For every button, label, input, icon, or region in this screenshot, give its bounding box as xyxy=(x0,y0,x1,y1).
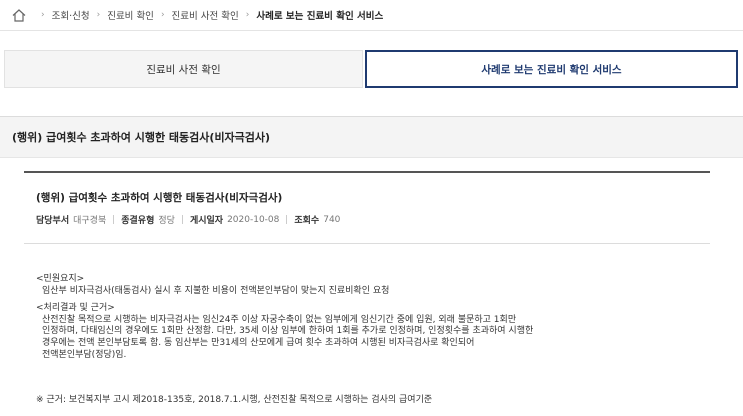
type-value: 정당 xyxy=(158,216,175,226)
chevron-right-icon: › xyxy=(245,10,250,20)
result-line: 전액본인부담(정당)임. xyxy=(42,349,127,360)
legal-basis-note: ※ 근거: 보건복지부 고시 제2018-135호, 2018.7.1.시행, … xyxy=(36,395,433,405)
complaint-text: 임산부 비자극검사(태동검사) 실시 후 지불한 비용이 전액본인부담이 맞는지… xyxy=(42,285,390,296)
breadcrumb-item[interactable]: 진료비 확인 xyxy=(107,8,154,22)
tab-case-examples[interactable]: 사례로 보는 진료비 확인 서비스 xyxy=(365,50,738,88)
case-title: (행위) 급여횟수 초과하여 시행한 태동검사(비자극검사) xyxy=(36,192,283,204)
divider xyxy=(24,243,710,244)
case-body: <민원요지> 임산부 비자극검사(태동검사) 실시 후 지불한 비용이 전액본인… xyxy=(36,274,696,367)
dept-value: 대구경북 xyxy=(73,216,107,226)
chevron-right-icon: › xyxy=(160,10,165,20)
tab-pre-check[interactable]: 진료비 사전 확인 xyxy=(4,50,363,88)
divider xyxy=(181,215,183,224)
type-label: 종결유형 xyxy=(121,216,155,226)
breadcrumb-item[interactable]: 진료비 사전 확인 xyxy=(172,8,239,22)
divider xyxy=(113,215,115,224)
section-title: (행위) 급여횟수 초과하여 시행한 태동검사(비자극검사) xyxy=(0,116,743,158)
result-line: 산전진찰 목적으로 시행하는 비자극검사는 임신24주 이상 자궁수축이 없는 … xyxy=(42,314,517,325)
divider xyxy=(286,215,288,224)
divider xyxy=(24,171,710,173)
chevron-right-icon: › xyxy=(96,10,101,20)
result-heading: <처리결과 및 근거> xyxy=(36,303,115,314)
result-line: 경우에는 전액 본인부담토록 함. 동 임산부는 만31세의 산모에게 급여 횟… xyxy=(42,337,475,348)
home-icon[interactable] xyxy=(12,8,28,22)
breadcrumb-item[interactable]: 조회·신청 xyxy=(52,8,90,22)
views-value: 740 xyxy=(323,214,341,225)
result-line: 인정하며, 다태임신의 경우에도 1회만 산정함. 다만, 35세 이상 임부에… xyxy=(42,326,534,337)
views-label: 조회수 xyxy=(294,216,320,226)
date-label: 게시일자 xyxy=(189,216,224,226)
date-value: 2020-10-08 xyxy=(227,214,280,225)
complaint-heading: <민원요지> xyxy=(36,274,85,284)
chevron-right-icon: › xyxy=(41,10,45,20)
breadcrumb-current: 사례로 보는 진료비 확인 서비스 xyxy=(256,11,384,22)
dept-label: 담당부서 xyxy=(36,216,70,226)
case-meta: 담당부서 대구경북 종결유형 정당 게시일자 2020-10-08 조회수 74… xyxy=(36,213,341,227)
tab-bar: 진료비 사전 확인 사례로 보는 진료비 확인 서비스 xyxy=(0,50,743,90)
breadcrumb: › 조회·신청 › 진료비 확인 › 진료비 사전 확인 › 사례로 보는 진료… xyxy=(0,0,743,31)
